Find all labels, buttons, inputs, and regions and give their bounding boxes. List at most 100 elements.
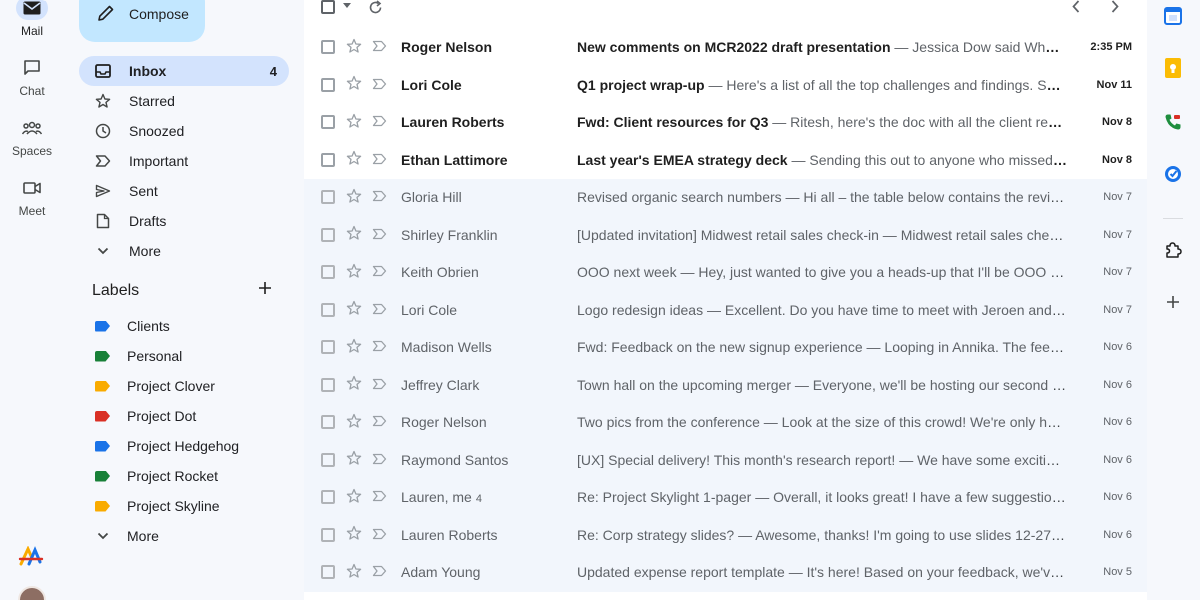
star-icon[interactable] <box>346 525 362 544</box>
rail-spaces[interactable]: Spaces <box>0 116 64 158</box>
email-row[interactable]: Lauren Roberts Fwd: Client resources for … <box>304 104 1147 142</box>
row-checkbox[interactable] <box>321 190 335 205</box>
star-icon[interactable] <box>346 450 362 469</box>
sidebar-item-snoozed[interactable]: Snoozed <box>79 116 289 146</box>
star-icon[interactable] <box>346 225 362 244</box>
star-icon[interactable] <box>346 38 362 57</box>
row-checkbox[interactable] <box>321 265 335 280</box>
email-date: 2:35 PM <box>1090 41 1132 54</box>
email-snippet: — We have some exciting st... <box>899 451 1067 468</box>
email-row[interactable]: Lauren, me 4 Re: Project Skylight 1-pager … <box>304 479 1147 517</box>
sidebar-item-sent[interactable]: Sent <box>79 176 289 206</box>
calendar-icon[interactable] <box>1163 6 1183 26</box>
email-row[interactable]: Roger Nelson Two pics from the conference… <box>304 404 1147 442</box>
row-checkbox[interactable] <box>321 302 335 317</box>
row-checkbox[interactable] <box>321 527 335 542</box>
star-icon[interactable] <box>346 75 362 94</box>
sidebar-item-drafts[interactable]: Drafts <box>79 206 289 236</box>
row-checkbox[interactable] <box>321 377 335 392</box>
important-marker-icon[interactable] <box>372 152 387 168</box>
email-row[interactable]: Shirley Franklin [Updated invitation] Mid… <box>304 216 1147 254</box>
row-checkbox[interactable] <box>321 340 335 355</box>
email-date: Nov 7 <box>1103 266 1132 279</box>
email-row[interactable]: Keith Obrien OOO next week — Hey, just wa… <box>304 254 1147 292</box>
important-marker-icon[interactable] <box>372 452 387 468</box>
caret-down-icon[interactable] <box>343 3 351 8</box>
labels-more[interactable]: More <box>79 522 289 550</box>
important-marker-icon[interactable] <box>372 77 387 93</box>
important-marker-icon[interactable] <box>372 227 387 243</box>
star-icon[interactable] <box>346 263 362 282</box>
row-checkbox[interactable] <box>321 490 335 505</box>
tasks-icon[interactable] <box>1163 164 1183 184</box>
row-checkbox[interactable] <box>321 152 335 167</box>
row-checkbox[interactable] <box>321 115 335 130</box>
star-icon[interactable] <box>346 413 362 432</box>
sidebar-item-inbox[interactable]: Inbox 4 <box>79 56 289 86</box>
star-icon[interactable] <box>346 150 362 169</box>
important-marker-icon[interactable] <box>372 39 387 55</box>
org-logo-icon[interactable] <box>18 545 44 573</box>
rail-meet[interactable]: Meet <box>0 176 64 218</box>
important-marker-icon[interactable] <box>372 489 387 505</box>
important-marker-icon[interactable] <box>372 339 387 355</box>
chevron-left-icon[interactable] <box>1072 0 1080 13</box>
email-row[interactable]: Raymond Santos [UX] Special delivery! Thi… <box>304 441 1147 479</box>
important-marker-icon[interactable] <box>372 302 387 318</box>
row-checkbox[interactable] <box>321 415 335 430</box>
sidebar-item-more[interactable]: More <box>79 236 289 266</box>
important-marker-icon[interactable] <box>372 414 387 430</box>
email-row[interactable]: Lauren Roberts Re: Corp strategy slides? … <box>304 516 1147 554</box>
star-icon[interactable] <box>346 188 362 207</box>
add-icon[interactable] <box>1163 292 1183 312</box>
important-marker-icon[interactable] <box>372 377 387 393</box>
email-row[interactable]: Jeffrey Clark Town hall on the upcoming m… <box>304 366 1147 404</box>
rail-mail[interactable]: Mail <box>0 0 64 38</box>
row-checkbox[interactable] <box>321 77 335 92</box>
label-project-hedgehog[interactable]: Project Hedgehog <box>79 432 289 460</box>
email-row[interactable]: Lori Cole Logo redesign ideas — Excellent… <box>304 291 1147 329</box>
row-checkbox[interactable] <box>321 565 335 580</box>
phone-icon[interactable] <box>1163 112 1183 132</box>
star-icon[interactable] <box>346 563 362 582</box>
label-project-rocket[interactable]: Project Rocket <box>79 462 289 490</box>
row-checkbox[interactable] <box>321 227 335 242</box>
select-all-checkbox[interactable] <box>321 0 335 14</box>
important-marker-icon[interactable] <box>372 189 387 205</box>
label-personal[interactable]: Personal <box>79 342 289 370</box>
important-marker-icon[interactable] <box>372 114 387 130</box>
add-ons-icon[interactable] <box>1163 240 1183 260</box>
important-marker-icon[interactable] <box>372 527 387 543</box>
email-row[interactable]: Ethan Lattimore Last year's EMEA strategy… <box>304 141 1147 179</box>
add-label-icon[interactable] <box>258 281 272 300</box>
label-clients[interactable]: Clients <box>79 312 289 340</box>
email-row[interactable]: Madison Wells Fwd: Feedback on the new si… <box>304 329 1147 367</box>
row-checkbox[interactable] <box>321 40 335 55</box>
sidebar-item-important[interactable]: Important <box>79 146 289 176</box>
label-project-skyline[interactable]: Project Skyline <box>79 492 289 520</box>
refresh-icon[interactable] <box>368 0 383 15</box>
star-icon[interactable] <box>346 300 362 319</box>
label-project-dot[interactable]: Project Dot <box>79 402 289 430</box>
star-icon[interactable] <box>346 113 362 132</box>
email-row[interactable]: Lori Cole Q1 project wrap-up — Here's a l… <box>304 66 1147 104</box>
email-row[interactable]: Gloria Hill Revised organic search number… <box>304 179 1147 217</box>
email-row[interactable]: Adam Young Updated expense report templat… <box>304 554 1147 592</box>
important-marker-icon[interactable] <box>372 264 387 280</box>
chevron-right-icon[interactable] <box>1111 0 1119 13</box>
email-subject: Updated expense report template <box>577 564 785 581</box>
email-row[interactable]: Roger Nelson New comments on MCR2022 draf… <box>304 29 1147 67</box>
avatar[interactable] <box>18 586 46 600</box>
important-marker-icon[interactable] <box>372 564 387 580</box>
star-icon[interactable] <box>346 488 362 507</box>
email-subject: Last year's EMEA strategy deck <box>577 151 788 168</box>
sidebar-item-starred[interactable]: Starred <box>79 86 289 116</box>
star-icon[interactable] <box>346 338 362 357</box>
row-checkbox[interactable] <box>321 452 335 467</box>
sender-name: Lauren, me 4 <box>401 489 571 505</box>
star-icon[interactable] <box>346 375 362 394</box>
keep-icon[interactable] <box>1163 58 1183 78</box>
label-project-clover[interactable]: Project Clover <box>79 372 289 400</box>
rail-chat[interactable]: Chat <box>0 56 64 98</box>
compose-button[interactable]: Compose <box>79 0 205 42</box>
